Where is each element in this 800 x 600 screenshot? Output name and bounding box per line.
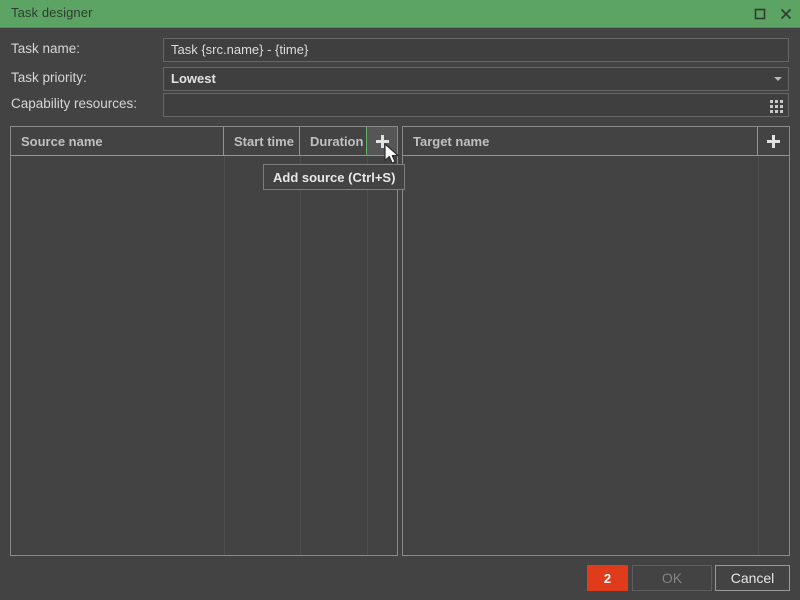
task-priority-value: Lowest: [171, 71, 216, 86]
window-controls: [752, 0, 794, 28]
target-panel: Target name: [402, 126, 790, 556]
add-target-button[interactable]: [758, 127, 788, 155]
target-table-body[interactable]: [403, 156, 789, 555]
maximize-icon[interactable]: [752, 6, 768, 22]
column-divider: [300, 156, 301, 555]
window-title: Task designer: [11, 5, 93, 20]
task-priority-label: Task priority:: [11, 70, 87, 85]
capability-resources-row: Capability resources:: [0, 93, 800, 119]
task-priority-row: Task priority: Lowest: [0, 67, 800, 93]
plus-icon: [766, 134, 780, 148]
capability-resources-input[interactable]: [163, 93, 789, 117]
task-priority-select[interactable]: Lowest: [163, 67, 789, 91]
column-header-start-time[interactable]: Start time: [224, 127, 300, 155]
add-source-button[interactable]: [367, 127, 397, 155]
close-icon[interactable]: [778, 6, 794, 22]
column-header-duration[interactable]: Duration: [300, 127, 367, 155]
task-name-value: Task {src.name} - {time}: [171, 42, 309, 57]
task-designer-window: Task designer Task name: Task {src.name}…: [0, 0, 800, 600]
titlebar: Task designer: [0, 0, 800, 28]
column-header-label: Target name: [413, 133, 490, 149]
task-name-label: Task name:: [11, 41, 81, 56]
plus-icon: [375, 134, 389, 148]
column-divider: [224, 156, 225, 555]
column-header-source-name[interactable]: Source name: [11, 127, 224, 155]
column-divider: [367, 156, 368, 555]
column-header-label: Source name: [21, 133, 103, 149]
add-source-tooltip: Add source (Ctrl+S): [263, 164, 406, 190]
source-table-header: Source name Start time Duration: [11, 127, 397, 156]
column-header-target-name[interactable]: Target name: [403, 127, 758, 155]
ok-button[interactable]: OK: [632, 565, 712, 591]
footer: 2 OK Cancel: [0, 560, 800, 600]
task-name-row: Task name: Task {src.name} - {time}: [0, 38, 800, 64]
grid-dots-icon[interactable]: [769, 99, 783, 113]
capability-resources-label: Capability resources:: [11, 96, 138, 111]
error-count-badge[interactable]: 2: [587, 565, 628, 591]
chevron-down-icon[interactable]: [774, 77, 782, 81]
column-header-label: Duration: [310, 133, 364, 149]
task-name-input[interactable]: Task {src.name} - {time}: [163, 38, 789, 62]
column-header-label: Start time: [234, 133, 294, 149]
cancel-button[interactable]: Cancel: [715, 565, 790, 591]
source-table-body[interactable]: [11, 156, 397, 555]
source-panel: Source name Start time Duration: [10, 126, 398, 556]
column-divider: [758, 156, 759, 555]
target-table-header: Target name: [403, 127, 789, 156]
